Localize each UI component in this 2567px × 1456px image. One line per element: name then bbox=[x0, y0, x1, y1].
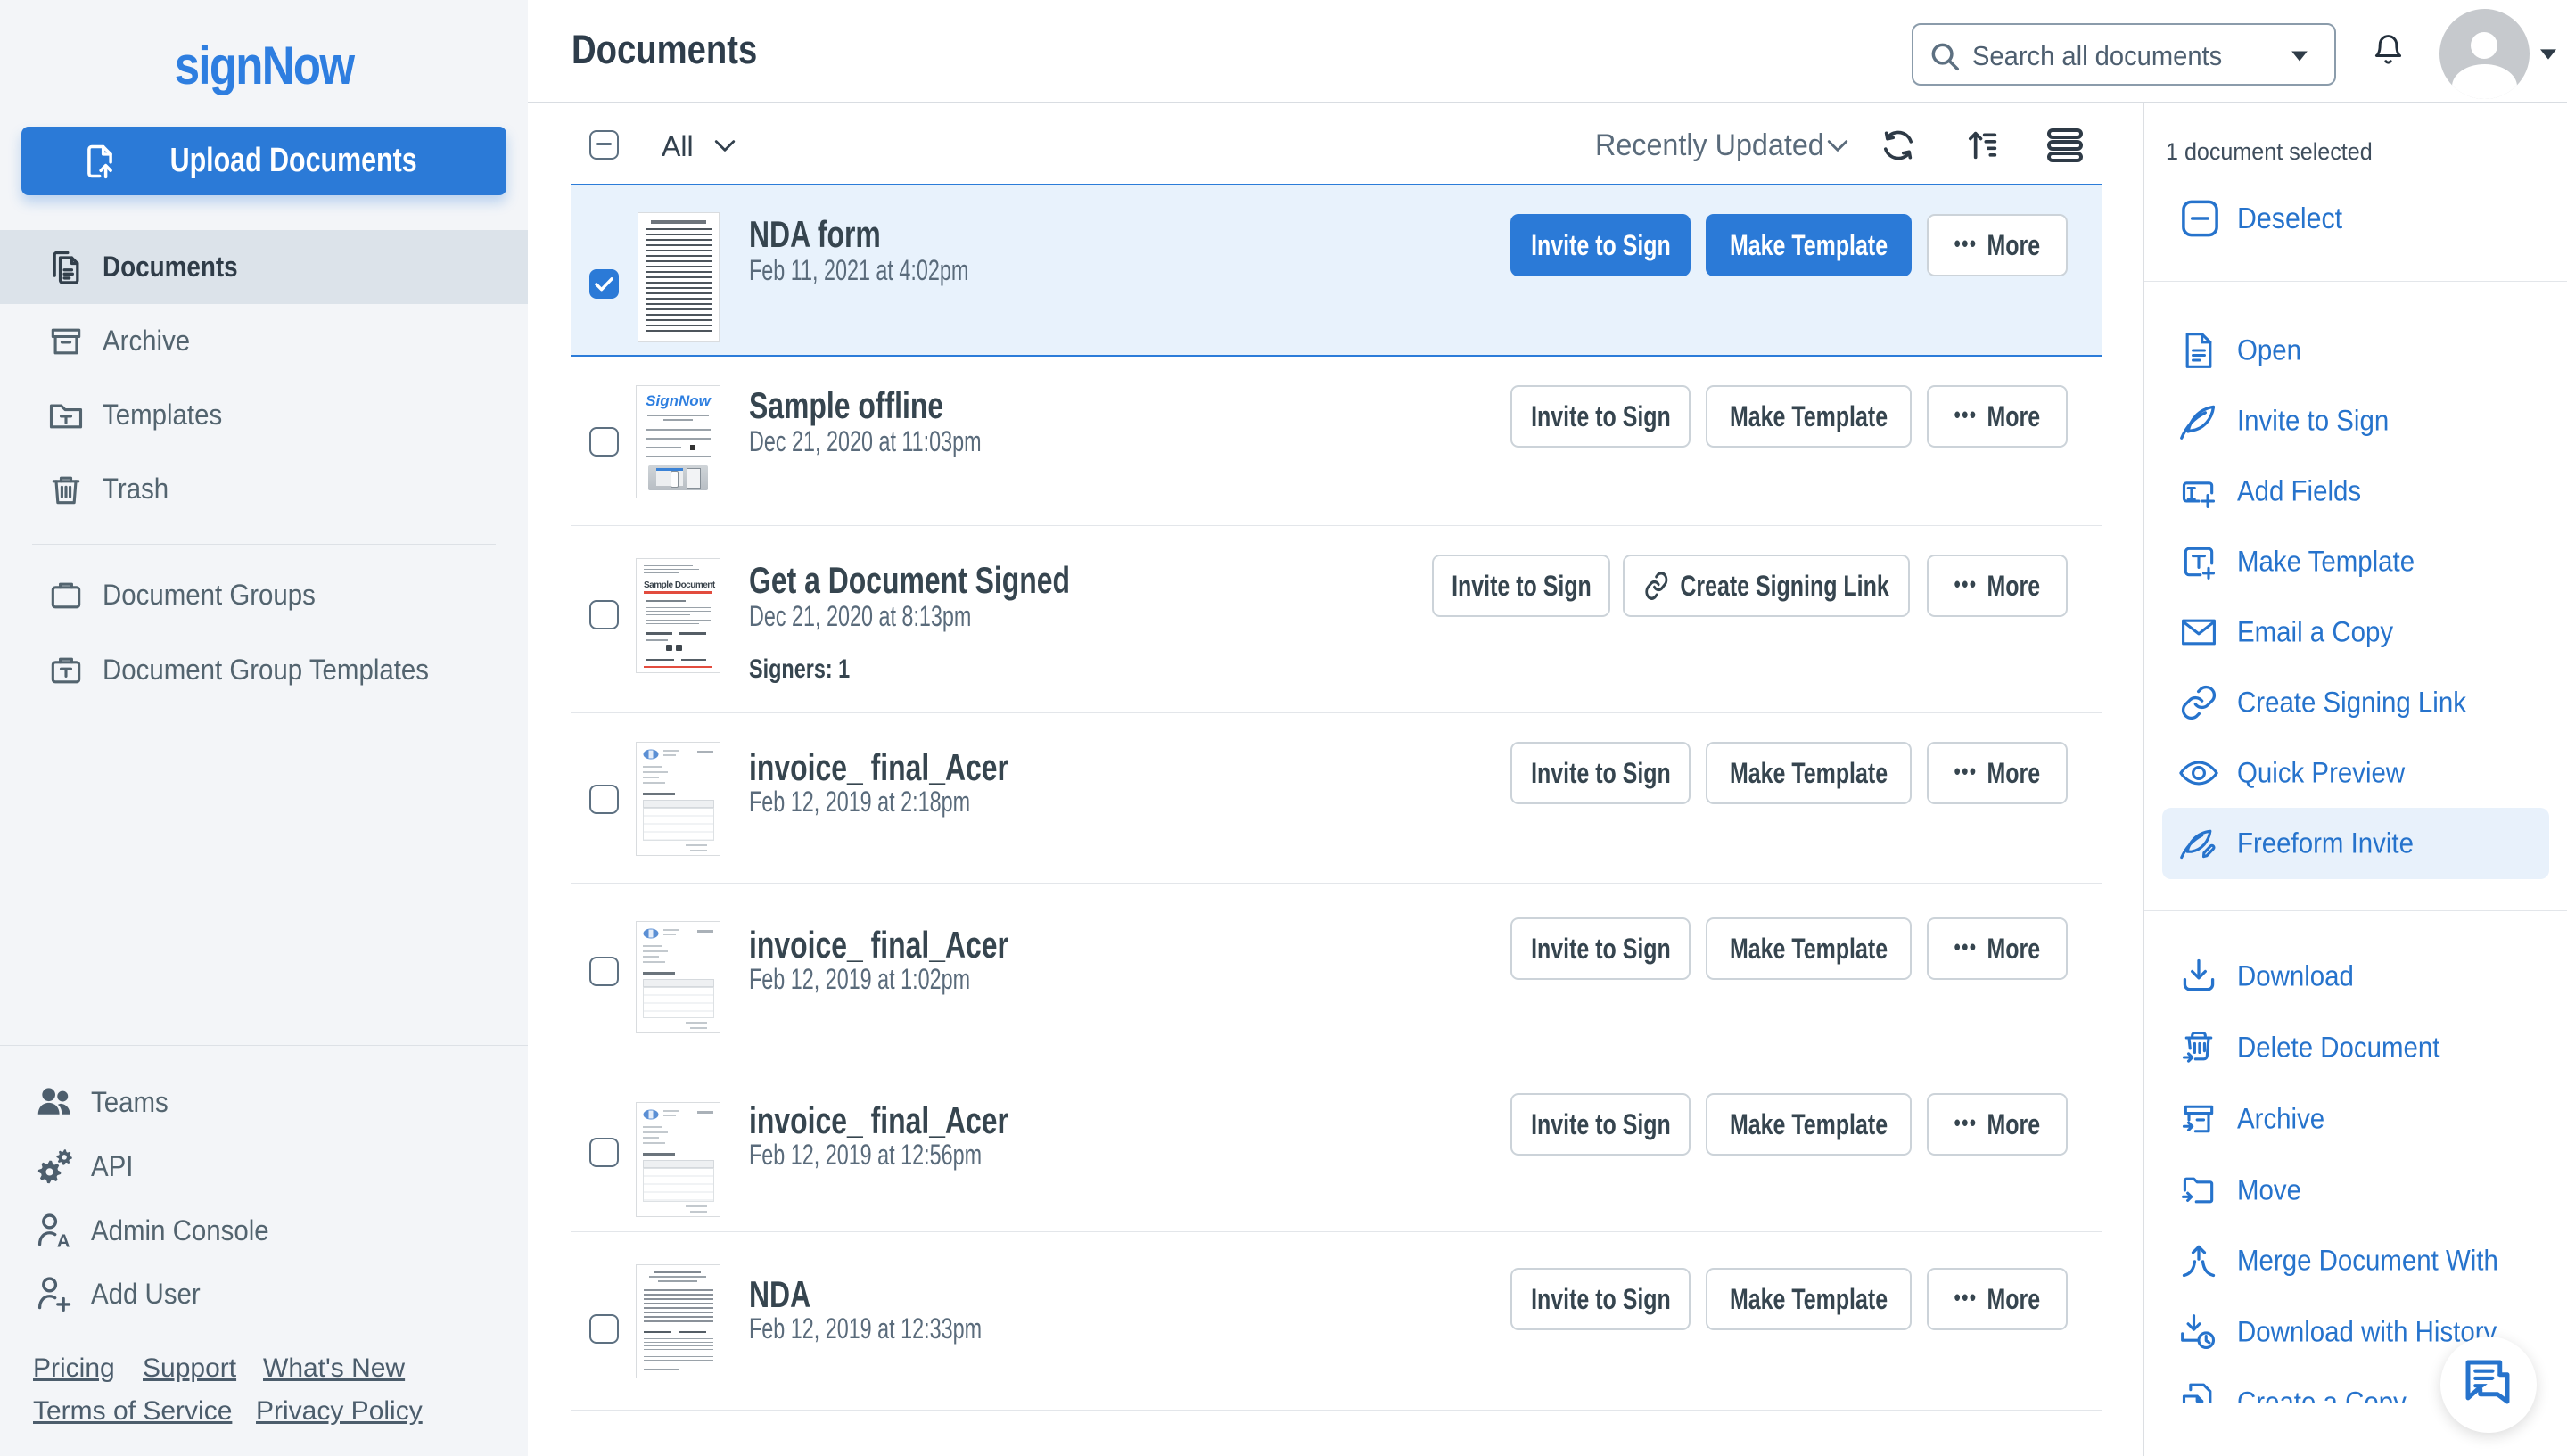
svg-text:A: A bbox=[57, 1231, 70, 1250]
